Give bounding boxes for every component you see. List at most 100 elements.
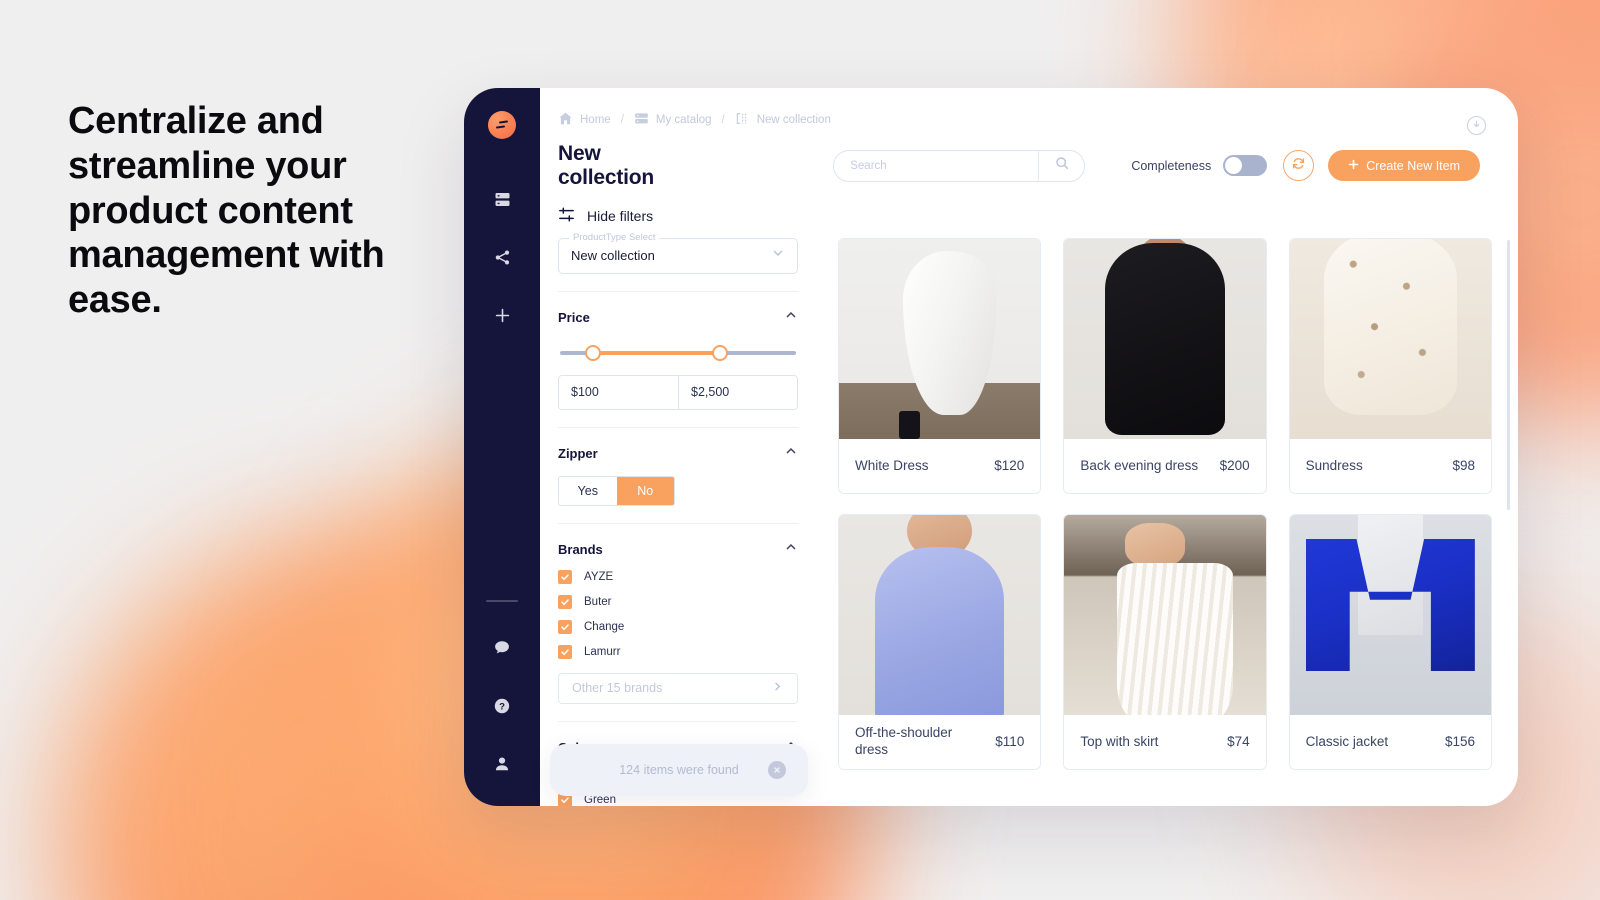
chevron-up-icon — [784, 444, 798, 463]
filter-section-title: Price — [558, 309, 590, 325]
product-name: Sundress — [1305, 457, 1363, 473]
product-card[interactable]: Classic jacket $156 — [1288, 513, 1492, 770]
price-inputs — [558, 374, 798, 410]
rail-item-messages[interactable] — [480, 628, 524, 668]
product-photo-art — [839, 514, 1041, 715]
product-photo-art — [1289, 238, 1491, 439]
breadcrumb-label: My catalog — [655, 114, 712, 127]
brand-label: AYZE — [584, 570, 614, 583]
product-image — [1289, 514, 1491, 715]
brand-logo[interactable] — [488, 111, 516, 139]
search-button[interactable] — [1038, 150, 1084, 181]
chat-icon — [493, 639, 511, 657]
create-new-item-button[interactable]: Create New Item — [1328, 150, 1480, 182]
checkbox-checked-icon — [558, 594, 572, 609]
product-image — [1289, 238, 1491, 439]
breadcrumb-label: New collection — [756, 114, 831, 127]
help-icon: ? — [493, 697, 511, 715]
filter-section-brands-header[interactable]: Brands — [558, 524, 798, 559]
product-type-select[interactable]: ProductType Select New collection — [558, 231, 798, 274]
rail-item-share[interactable] — [480, 237, 524, 277]
filter-section-price-header[interactable]: Price — [558, 292, 798, 327]
breadcrumb: Home / My catalog / New collection — [540, 88, 1518, 132]
brand-checkbox-row[interactable]: Buter — [558, 594, 798, 609]
brand-checkbox-row[interactable]: Change — [558, 619, 798, 634]
product-name: Back evening dress — [1080, 457, 1199, 473]
hide-filters-label: Hide filters — [587, 207, 654, 224]
product-meta: Classic jacket $156 — [1290, 715, 1491, 769]
completeness-toggle[interactable] — [1223, 155, 1268, 177]
product-photo-art — [1064, 238, 1266, 439]
search-input[interactable] — [834, 150, 1039, 181]
user-icon — [493, 755, 511, 773]
filter-section-title: Brands — [558, 541, 603, 557]
product-price: $110 — [995, 734, 1025, 750]
magnifier-icon — [1055, 156, 1069, 175]
brand-checkbox-row[interactable]: Lamurr — [558, 644, 798, 659]
product-card[interactable]: Off-the-shoulder dress $110 — [838, 513, 1042, 770]
product-card[interactable]: Back evening dress $200 — [1063, 237, 1267, 494]
price-max-input[interactable] — [678, 375, 797, 409]
rail-item-catalog[interactable] — [480, 179, 524, 219]
screenshot-stage: Centralize and streamline your product c… — [0, 0, 1600, 900]
vertical-scrollbar[interactable] — [1507, 239, 1510, 510]
product-image — [1064, 514, 1266, 715]
collection-icon — [735, 111, 750, 129]
download-button[interactable] — [1467, 116, 1486, 135]
filter-section-title: Zipper — [558, 445, 598, 461]
product-meta: Back evening dress $200 — [1064, 439, 1265, 493]
checkbox-checked-icon — [558, 619, 572, 634]
zipper-option-no[interactable]: No — [616, 476, 674, 505]
breadcrumb-item-my-catalog[interactable]: My catalog — [634, 111, 712, 129]
zipper-toggle-group: Yes No — [558, 475, 675, 506]
plus-icon — [1348, 159, 1359, 173]
other-brands-label: Other 15 brands — [572, 681, 663, 696]
product-meta: Sundress $98 — [1290, 439, 1491, 493]
product-name: Classic jacket — [1305, 733, 1389, 749]
brand-label: Buter — [584, 595, 612, 608]
price-min-input[interactable] — [559, 375, 678, 409]
product-meta: Top with skirt $74 — [1064, 715, 1265, 769]
create-new-item-label: Create New Item — [1366, 158, 1460, 173]
product-type-legend: ProductType Select — [569, 231, 660, 243]
zipper-option-yes[interactable]: Yes — [559, 477, 617, 505]
breadcrumb-item-new-collection[interactable]: New collection — [735, 111, 831, 129]
hide-filters-toggle[interactable]: Hide filters — [540, 190, 1518, 226]
app-body: ProductType Select New collection Price — [540, 226, 1518, 806]
close-circle-icon[interactable] — [768, 761, 786, 779]
product-price: $120 — [994, 458, 1025, 474]
refresh-button[interactable] — [1283, 150, 1315, 182]
chevron-up-icon — [784, 540, 798, 559]
rail-item-help[interactable]: ? — [480, 686, 524, 726]
catalog-icon — [494, 191, 511, 208]
filter-section-zipper-header[interactable]: Zipper — [558, 428, 798, 463]
rail-item-account[interactable] — [480, 744, 524, 784]
product-card[interactable]: Sundress $98 — [1288, 237, 1492, 494]
header-row: New collection Completeness — [540, 132, 1518, 190]
refresh-icon — [1291, 156, 1306, 176]
other-brands-button[interactable]: Other 15 brands — [558, 672, 798, 704]
filter-sliders-icon — [558, 206, 575, 226]
completeness-control: Completeness — [1131, 155, 1268, 177]
slider-thumb-low[interactable] — [585, 344, 602, 361]
chevron-up-icon — [784, 308, 798, 327]
toggle-knob — [1225, 157, 1243, 175]
price-range-slider[interactable] — [560, 344, 796, 361]
toast-message: 124 items were found — [619, 763, 739, 777]
slider-thumb-high[interactable] — [712, 344, 729, 361]
product-grid: White Dress $120 Back evening dress $200 — [838, 237, 1492, 770]
marketing-headline: Centralize and streamline your product c… — [68, 100, 385, 322]
page-title: New collection — [558, 141, 655, 189]
product-photo-art — [1064, 514, 1266, 715]
product-image — [839, 514, 1041, 715]
rail-item-add[interactable] — [480, 295, 524, 335]
product-card[interactable]: Top with skirt $74 — [1063, 513, 1267, 770]
svg-text:?: ? — [499, 702, 505, 713]
brand-checkbox-row[interactable]: AYZE — [558, 569, 798, 584]
checkbox-checked-icon — [558, 569, 572, 584]
breadcrumb-label: Home — [580, 114, 611, 127]
product-image — [839, 238, 1041, 439]
completeness-label: Completeness — [1131, 158, 1212, 173]
breadcrumb-item-home[interactable]: Home — [558, 111, 611, 129]
product-card[interactable]: White Dress $120 — [838, 237, 1042, 494]
